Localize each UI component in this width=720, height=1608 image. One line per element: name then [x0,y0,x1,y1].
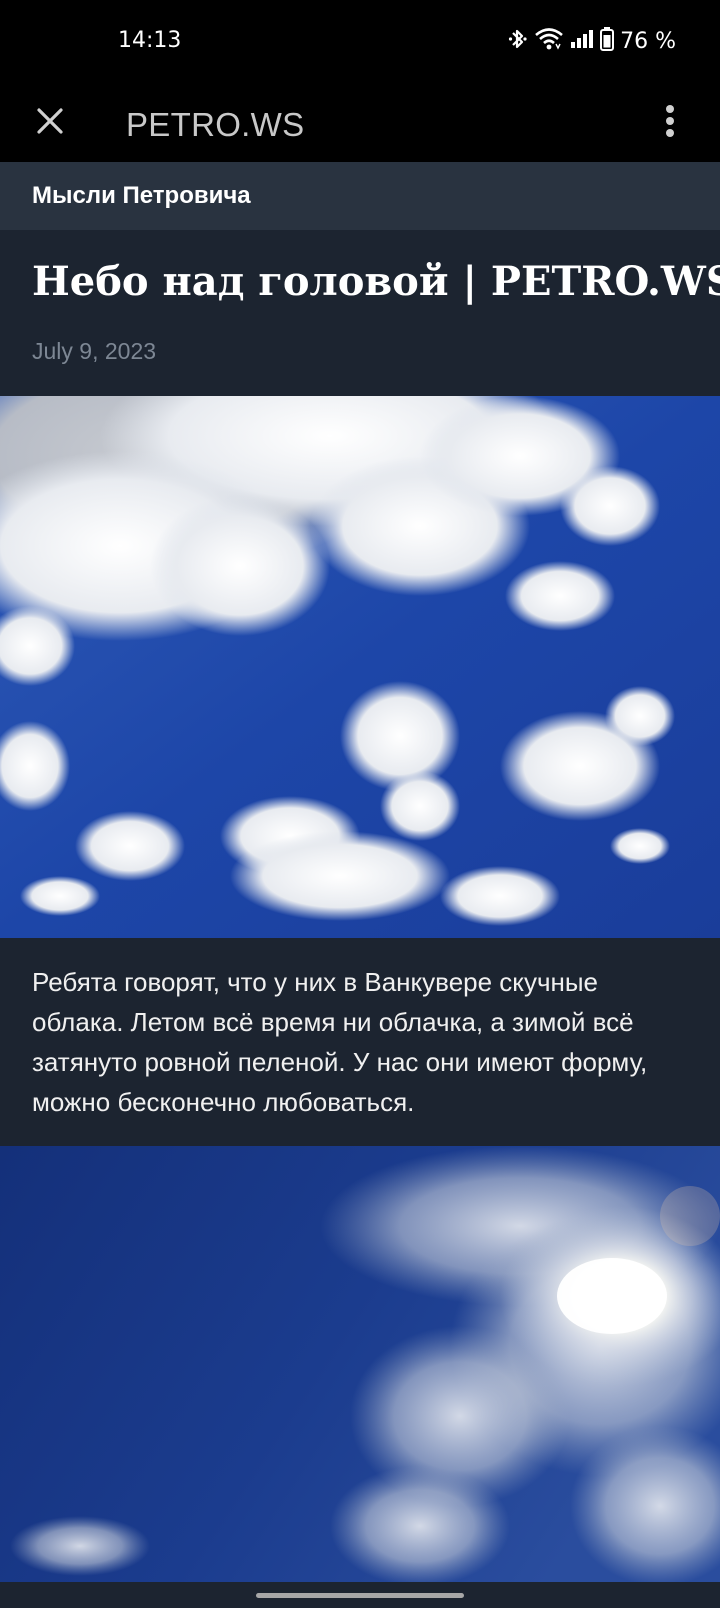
wifi-icon [534,26,564,57]
article-title: Небо над головой | PETRO.WS [32,258,720,305]
close-icon [36,107,64,140]
section-header[interactable]: Мысли Петровича [0,162,720,230]
close-button[interactable] [22,95,78,151]
status-time: 14:13 [118,28,182,53]
more-options-button[interactable] [642,95,698,151]
gesture-nav-bar [0,1582,720,1608]
home-handle[interactable] [256,1593,464,1598]
status-icons: 76 % [508,26,676,56]
signal-icon [570,26,594,57]
battery-icon [600,26,615,57]
article-body: Ребята говорят, что у них в Ванкувере ск… [0,938,720,1146]
app-title: PETRO.WS [126,106,305,143]
more-vert-icon [665,104,675,143]
section-label: Мысли Петровича [32,182,251,209]
sky-photo-sun[interactable] [0,1146,720,1582]
app-bar: PETRO.WS [0,84,720,162]
bluetooth-icon [508,26,528,57]
status-bar: 14:13 76 % [0,0,720,84]
sky-photo-clouds[interactable] [0,396,720,938]
article-date: July 9, 2023 [32,338,157,364]
article-paragraph: Ребята говорят, что у них в Ванкувере ск… [32,967,648,1117]
battery-percent: 76 % [620,28,676,54]
article-header: Небо над головой | PETRO.WS July 9, 2023 [0,230,720,396]
